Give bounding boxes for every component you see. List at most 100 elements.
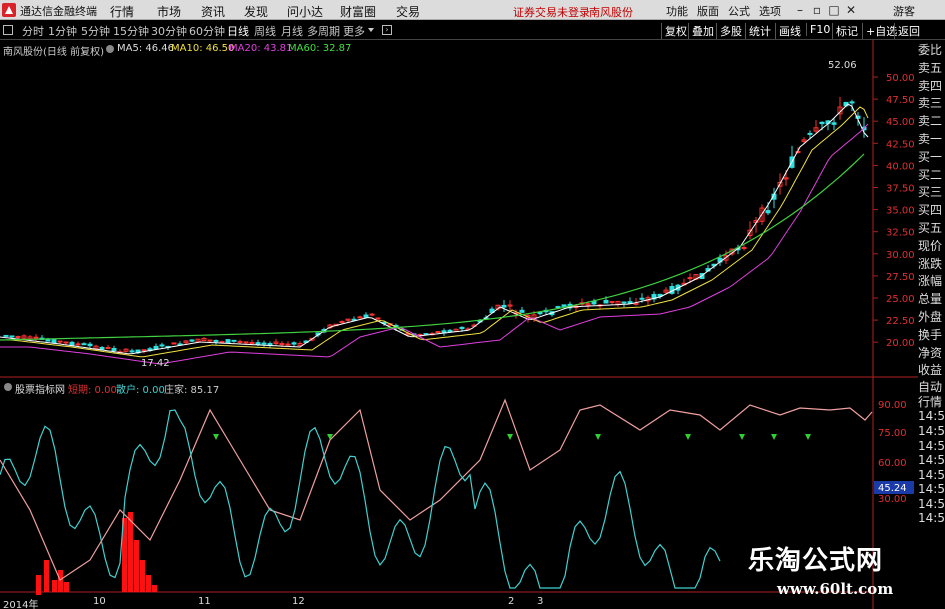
indicator-lines: [0, 398, 873, 595]
candle: [57, 340, 63, 343]
side-panel-item[interactable]: 14:50: [918, 468, 945, 483]
side-panel-item: 买五: [918, 220, 943, 235]
restore-icon[interactable]: ▫: [810, 3, 824, 17]
tab-period-multi[interactable]: 多周期: [307, 23, 340, 39]
candle: [15, 336, 21, 339]
menu-item-trade[interactable]: 交易: [396, 3, 420, 20]
candle: [45, 339, 51, 342]
menu-item-ask[interactable]: 问小达: [287, 3, 323, 20]
panel-toggle-icon[interactable]: [3, 25, 13, 35]
tab-period-60min[interactable]: 60分钟: [189, 23, 225, 39]
tab-period-timeshare[interactable]: 分时: [22, 23, 44, 39]
candle: [561, 304, 567, 307]
side-panel-item[interactable]: 行情: [918, 395, 945, 410]
side-panel-item: 卖四: [918, 78, 943, 93]
candle: [603, 300, 609, 304]
side-panel-item[interactable]: 14:50: [918, 439, 945, 454]
collapse-icon[interactable]: ›: [382, 25, 392, 35]
signal-marker: [595, 434, 601, 440]
signal-marker: [805, 434, 811, 440]
menu-item-layout[interactable]: 版面: [697, 3, 719, 19]
side-panel-item[interactable]: 14:50: [918, 511, 945, 526]
side-panel-item[interactable]: 14:50: [918, 497, 945, 512]
menu-item-news[interactable]: 资讯: [201, 3, 225, 20]
indicator-tick-label: 90.00: [878, 400, 907, 411]
toolbar-multistock-button[interactable]: 多股: [716, 23, 742, 39]
tab-period-1min[interactable]: 1分钟: [48, 23, 77, 39]
toolbar-stats-button[interactable]: 统计: [745, 23, 771, 39]
ma5-line: [0, 103, 869, 355]
candle: [291, 342, 297, 345]
side-panel-item: 外盘: [918, 309, 943, 324]
candle: [63, 341, 69, 344]
menu-item-wealth[interactable]: 财富圈: [340, 3, 376, 20]
indicator-bar: [134, 540, 139, 592]
side-panel-item: 换手: [918, 327, 943, 342]
tab-period-5min[interactable]: 5分钟: [81, 23, 110, 39]
candle: [33, 336, 39, 339]
candle: [363, 314, 369, 318]
toolbar-overlay-button[interactable]: 叠加: [688, 23, 714, 39]
menu-item-market[interactable]: 市场: [157, 3, 181, 20]
indicator-settings-icon[interactable]: [4, 383, 12, 391]
toolbar-back-button[interactable]: 返回: [894, 23, 920, 39]
side-panel-item[interactable]: 自动: [918, 380, 945, 395]
tab-period-more[interactable]: 更多: [343, 23, 365, 39]
candle: [87, 343, 93, 347]
x-label-dec: 12: [292, 596, 305, 607]
retail-label: 散户: 0.00: [116, 385, 165, 396]
side-panel-item: 委比: [918, 43, 943, 57]
candle: [423, 333, 429, 336]
menu-item-formula[interactable]: 公式: [728, 3, 750, 19]
candle: [687, 277, 693, 280]
side-panel-item: 收益: [918, 363, 943, 378]
toolbar-mark-button[interactable]: 标记: [832, 23, 858, 39]
menu-bar: 通达信金融终端 行情 市场 资讯 发现 问小达 财富圈 交易 证券交易未登录 南…: [0, 0, 945, 20]
candle: [69, 341, 75, 346]
menu-item-function[interactable]: 功能: [666, 3, 688, 19]
side-panel-item[interactable]: 14:50: [918, 482, 945, 497]
indicator-bar: [128, 512, 133, 592]
toolbar-f10-button[interactable]: F10: [806, 23, 830, 36]
tab-period-30min[interactable]: 30分钟: [151, 23, 187, 39]
price-tick-label: 45.00: [886, 117, 915, 128]
price-axis: 50.00 47.50 45.00 42.50 40.00 37.50 35.00 32.50…: [873, 73, 915, 349]
tab-period-15min[interactable]: 15分钟: [113, 23, 149, 39]
side-panel-item[interactable]: 14:50: [918, 424, 945, 439]
tab-period-monthly[interactable]: 月线: [281, 23, 303, 39]
close-icon[interactable]: ✕: [844, 3, 858, 17]
candle: [9, 335, 15, 338]
candle: [285, 343, 291, 346]
side-panel-item: 买四: [918, 203, 943, 218]
toolbar-watchlist-button[interactable]: +自选: [862, 23, 897, 39]
maximize-icon[interactable]: □: [827, 3, 841, 17]
price-tick-label: 20.00: [886, 338, 915, 349]
price-tick-label: 22.50: [886, 316, 915, 327]
trade-login-warning[interactable]: 证券交易未登录: [513, 4, 590, 20]
menu-item-discover[interactable]: 发现: [244, 3, 268, 20]
signal-marker: [213, 434, 219, 440]
side-panel-item: 卖一: [918, 131, 943, 146]
chevron-down-icon[interactable]: [368, 28, 374, 32]
candle: [99, 346, 105, 350]
side-panel-item[interactable]: 14:50: [918, 453, 945, 468]
menu-item-options[interactable]: 选项: [759, 3, 781, 19]
indicator-bar: [64, 582, 69, 592]
tab-period-weekly[interactable]: 周线: [254, 23, 276, 39]
x-label-oct: 10: [93, 596, 106, 607]
side-panel-item[interactable]: 14:50: [918, 409, 945, 424]
minimize-icon[interactable]: –: [793, 3, 807, 17]
guest-user-label[interactable]: 游客: [893, 3, 915, 19]
indicator-tick-label: 75.00: [878, 428, 907, 439]
toolbar-draw-button[interactable]: 画线: [775, 23, 801, 39]
indicator-name[interactable]: 股票指标网: [15, 381, 65, 396]
retail-line: [0, 409, 721, 589]
candle: [357, 316, 363, 319]
candle: [765, 210, 771, 214]
menu-item-quotes[interactable]: 行情: [110, 3, 134, 20]
chart-canvas[interactable]: 50.00 47.50 45.00 42.50 40.00 37.50 35.00 32.50…: [0, 40, 918, 609]
tab-period-daily[interactable]: 日线: [227, 23, 249, 39]
candle: [849, 101, 855, 104]
toolbar-adjust-button[interactable]: 复权: [661, 23, 687, 39]
candle: [111, 348, 117, 351]
